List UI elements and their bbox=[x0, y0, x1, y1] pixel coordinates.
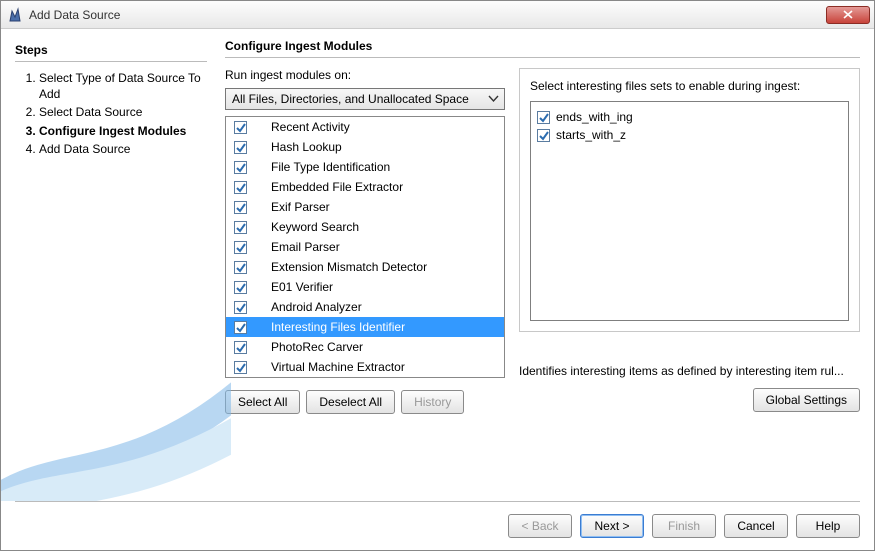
module-checkbox[interactable] bbox=[234, 181, 247, 194]
run-modules-label: Run ingest modules on: bbox=[225, 68, 505, 82]
module-label: Recent Activity bbox=[271, 120, 350, 134]
module-checkbox[interactable] bbox=[234, 221, 247, 234]
fileset-checkbox[interactable] bbox=[537, 129, 550, 142]
main-content: Run ingest modules on: All Files, Direct… bbox=[225, 68, 860, 501]
global-settings-button[interactable]: Global Settings bbox=[753, 388, 860, 412]
module-description: Identifies interesting items as defined … bbox=[519, 364, 860, 378]
module-label: File Type Identification bbox=[271, 160, 390, 174]
chevron-down-icon bbox=[488, 93, 499, 104]
module-item[interactable]: File Type Identification bbox=[226, 157, 504, 177]
step-item: Select Type of Data Source To Add bbox=[39, 70, 207, 102]
steps-divider bbox=[15, 61, 207, 62]
module-checkbox[interactable] bbox=[234, 321, 247, 334]
fileset-label: ends_with_ing bbox=[556, 110, 633, 124]
module-label: Android Analyzer bbox=[271, 300, 362, 314]
steps-heading: Steps bbox=[15, 43, 207, 57]
wizard-body: Steps Select Type of Data Source To AddS… bbox=[1, 29, 874, 501]
module-label: Embedded File Extractor bbox=[271, 180, 403, 194]
wizard-window: Add Data Source Steps Select Type of Dat… bbox=[0, 0, 875, 551]
module-item[interactable]: Hash Lookup bbox=[226, 137, 504, 157]
module-checkbox[interactable] bbox=[234, 241, 247, 254]
fileset-item[interactable]: starts_with_z bbox=[537, 126, 842, 144]
filesets-group: Select interesting files sets to enable … bbox=[519, 68, 860, 332]
module-buttons: Select All Deselect All History bbox=[225, 390, 505, 414]
finish-button[interactable]: Finish bbox=[652, 514, 716, 538]
main-pane: Configure Ingest Modules Run ingest modu… bbox=[207, 39, 860, 501]
steps-list: Select Type of Data Source To Add Select … bbox=[15, 70, 207, 157]
close-icon bbox=[843, 10, 853, 19]
run-target-selected: All Files, Directories, and Unallocated … bbox=[232, 92, 469, 106]
main-divider bbox=[225, 57, 860, 58]
module-item[interactable]: E01 Verifier bbox=[226, 277, 504, 297]
module-item[interactable]: Android Analyzer bbox=[226, 297, 504, 317]
module-label: Extension Mismatch Detector bbox=[271, 260, 427, 274]
module-item[interactable]: Exif Parser bbox=[226, 197, 504, 217]
module-item[interactable]: Interesting Files Identifier bbox=[226, 317, 504, 337]
app-icon bbox=[7, 7, 23, 23]
history-button[interactable]: History bbox=[401, 390, 464, 414]
module-label: Exif Parser bbox=[271, 200, 330, 214]
run-target-combo[interactable]: All Files, Directories, and Unallocated … bbox=[225, 88, 505, 110]
main-heading: Configure Ingest Modules bbox=[225, 39, 860, 53]
module-label: PhotoRec Carver bbox=[271, 340, 363, 354]
module-checkbox[interactable] bbox=[234, 161, 247, 174]
fileset-label: starts_with_z bbox=[556, 128, 626, 142]
options-column: Select interesting files sets to enable … bbox=[519, 68, 860, 501]
help-button[interactable]: Help bbox=[796, 514, 860, 538]
module-item[interactable]: Recent Activity bbox=[226, 117, 504, 137]
module-checkbox[interactable] bbox=[234, 281, 247, 294]
module-checkbox[interactable] bbox=[234, 261, 247, 274]
back-button[interactable]: < Back bbox=[508, 514, 572, 538]
window-title: Add Data Source bbox=[29, 8, 826, 22]
filesets-label: Select interesting files sets to enable … bbox=[530, 79, 849, 93]
module-item[interactable]: Virtual Machine Extractor bbox=[226, 357, 504, 377]
module-label: Virtual Machine Extractor bbox=[271, 360, 405, 374]
step-item: Add Data Source bbox=[39, 141, 207, 157]
module-label: E01 Verifier bbox=[271, 280, 333, 294]
module-item[interactable]: Keyword Search bbox=[226, 217, 504, 237]
module-checkbox[interactable] bbox=[234, 361, 247, 374]
next-button[interactable]: Next > bbox=[580, 514, 644, 538]
steps-pane: Steps Select Type of Data Source To AddS… bbox=[15, 39, 207, 501]
step-item: Configure Ingest Modules bbox=[39, 123, 207, 139]
module-checkbox[interactable] bbox=[234, 121, 247, 134]
fileset-checkbox[interactable] bbox=[537, 111, 550, 124]
module-label: Hash Lookup bbox=[271, 140, 342, 154]
module-checkbox[interactable] bbox=[234, 341, 247, 354]
module-item[interactable]: PhotoRec Carver bbox=[226, 337, 504, 357]
module-label: Keyword Search bbox=[271, 220, 359, 234]
module-label: Email Parser bbox=[271, 240, 340, 254]
titlebar: Add Data Source bbox=[1, 1, 874, 29]
module-list: Recent Activity Hash Lookup File Type Iden… bbox=[225, 116, 505, 378]
module-item[interactable]: Email Parser bbox=[226, 237, 504, 257]
module-checkbox[interactable] bbox=[234, 301, 247, 314]
cancel-button[interactable]: Cancel bbox=[724, 514, 788, 538]
deselect-all-button[interactable]: Deselect All bbox=[306, 390, 395, 414]
wizard-decoration bbox=[1, 331, 231, 501]
window-close-button[interactable] bbox=[826, 6, 870, 24]
module-item[interactable]: Embedded File Extractor bbox=[226, 177, 504, 197]
step-item: Select Data Source bbox=[39, 104, 207, 120]
filesets-list: ends_with_ing starts_with_z bbox=[530, 101, 849, 321]
module-checkbox[interactable] bbox=[234, 141, 247, 154]
module-label: Interesting Files Identifier bbox=[271, 320, 405, 334]
module-checkbox[interactable] bbox=[234, 201, 247, 214]
wizard-footer: < Back Next > Finish Cancel Help bbox=[15, 501, 860, 550]
fileset-item[interactable]: ends_with_ing bbox=[537, 108, 842, 126]
modules-column: Run ingest modules on: All Files, Direct… bbox=[225, 68, 505, 501]
global-settings-row: Global Settings bbox=[519, 388, 860, 412]
select-all-button[interactable]: Select All bbox=[225, 390, 300, 414]
module-item[interactable]: Extension Mismatch Detector bbox=[226, 257, 504, 277]
